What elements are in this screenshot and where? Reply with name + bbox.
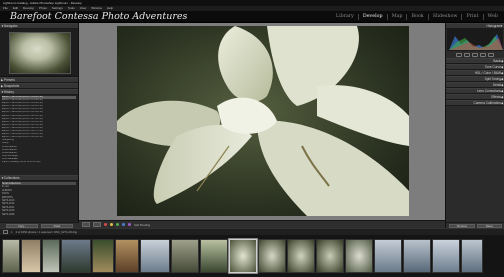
lightroom-window: Lightroom Catalog - Adobe Photoshop Ligh…: [0, 0, 504, 277]
flower-image: [117, 26, 409, 216]
filmstrip-source[interactable]: 2 of 1054 photos / 1 selected / DSC_0274…: [16, 230, 77, 234]
collapse-triangle-icon: ▼: [1, 90, 4, 94]
brush-icon[interactable]: [488, 52, 494, 57]
filmstrip-thumbnail[interactable]: [461, 239, 483, 273]
spot-icon[interactable]: [464, 52, 470, 57]
filmstrip-thumbnail[interactable]: [140, 239, 170, 273]
red-label-icon[interactable]: [104, 223, 107, 226]
left-panel: ▼ Navigator ▶ Presets ▶ Snapshots ▼ Hist…: [0, 23, 79, 228]
filmstrip-bar: 1 2 of 1054 photos / 1 selected / DSC_02…: [0, 228, 504, 235]
filmstrip-thumbnail[interactable]: [61, 239, 91, 273]
collections-header[interactable]: ▼ Collections: [0, 175, 78, 181]
module-web[interactable]: Web: [482, 14, 502, 20]
flower-thumbnail: [9, 32, 71, 74]
filmstrip-thumbnail[interactable]: [316, 239, 344, 273]
filmstrip-thumbnail[interactable]: [374, 239, 402, 273]
identity-plate: Barefoot Contessa Photo Adventures: [10, 11, 188, 22]
page-number[interactable]: 1: [11, 230, 13, 234]
module-picker: Library Develop Map Book Slideshow Print…: [332, 11, 502, 23]
filmstrip-thumbnail[interactable]: [92, 239, 114, 273]
loupe-view[interactable]: [79, 23, 445, 228]
camera-calibration-header[interactable]: Camera Calibration ◀: [446, 100, 504, 106]
before-after-icon[interactable]: [93, 222, 101, 227]
filmstrip-thumbnail[interactable]: [171, 239, 199, 273]
identity-plate-bar: Barefoot Contessa Photo Adventures Libra…: [0, 11, 504, 23]
filmstrip-thumbnail-selected[interactable]: [228, 238, 258, 274]
filmstrip-thumbnail[interactable]: [287, 239, 315, 273]
module-library[interactable]: Library: [332, 14, 358, 20]
filmstrip-thumbnail[interactable]: [200, 239, 228, 273]
expand-triangle-icon: ◀: [500, 101, 503, 105]
collections-list: Smart Collections In Use ALBUMS DOCS IMP…: [0, 181, 78, 226]
flower-photo: [117, 26, 409, 216]
module-map[interactable]: Map: [386, 14, 407, 20]
filmstrip-thumbnail[interactable]: [345, 239, 373, 273]
loupe-icon[interactable]: [82, 222, 90, 227]
filmstrip-thumbnail[interactable]: [21, 239, 41, 273]
histogram-curves: [449, 34, 503, 50]
yellow-label-icon[interactable]: [110, 223, 113, 226]
history-item[interactable]: Import (Tuesday, 6/4/13 10:40:43 AM): [2, 161, 76, 164]
histogram-graph[interactable]: [447, 29, 503, 51]
gradient-icon[interactable]: [480, 52, 486, 57]
module-print[interactable]: Print: [461, 14, 482, 20]
filmstrip-thumbnail[interactable]: [115, 239, 139, 273]
history-list: Export - Hard Drive (6/5/13 5:56:00 PM) …: [0, 95, 78, 175]
green-label-icon[interactable]: [116, 223, 119, 226]
module-slideshow[interactable]: Slideshow: [427, 14, 462, 20]
collapse-triangle-icon: ▼: [1, 176, 4, 180]
history-header[interactable]: ▼ History: [0, 89, 78, 95]
filmstrip-thumbnail[interactable]: [42, 239, 60, 273]
module-develop[interactable]: Develop: [357, 14, 387, 20]
filmstrip: [0, 235, 504, 277]
crop-icon[interactable]: [456, 52, 462, 57]
develop-toolstrip: [446, 51, 504, 58]
filmstrip-thumbnail[interactable]: [258, 239, 286, 273]
module-book[interactable]: Book: [406, 14, 427, 20]
filmstrip-thumbnail[interactable]: [432, 239, 460, 273]
redeye-icon[interactable]: [472, 52, 478, 57]
filmstrip-thumbnail[interactable]: [403, 239, 431, 273]
loupe-toolbar: Soft Proofing: [79, 220, 445, 228]
collection-item[interactable]: SETS-2009: [2, 213, 76, 216]
blue-label-icon[interactable]: [122, 223, 125, 226]
soft-proofing-label[interactable]: Soft Proofing: [134, 223, 150, 227]
grid-view-icon[interactable]: [3, 230, 8, 234]
filmstrip-thumbnail[interactable]: [2, 239, 20, 273]
navigator-preview[interactable]: [0, 29, 78, 77]
right-panel: Histogram ▼ Basic ◀ Tone Curve ◀ HSL / Col…: [445, 23, 504, 228]
purple-label-icon[interactable]: [128, 223, 131, 226]
